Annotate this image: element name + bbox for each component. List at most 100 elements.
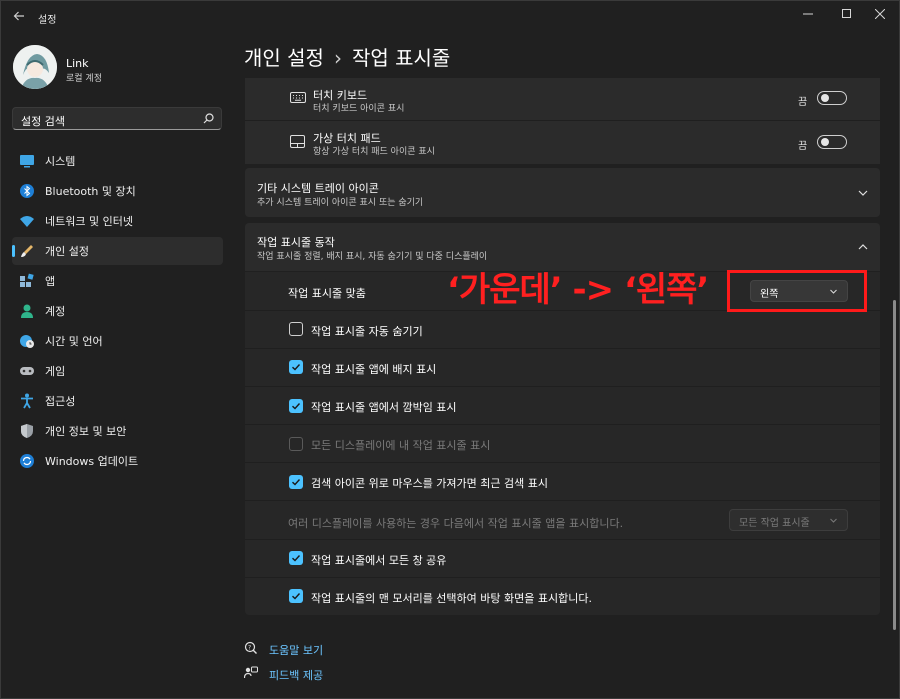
touchpad-toggle[interactable] bbox=[817, 135, 847, 149]
close-icon bbox=[875, 9, 885, 19]
keyboard-icon bbox=[290, 92, 306, 103]
sidebar-item-label: 게임 bbox=[45, 365, 66, 378]
option-row: 검색 아이콘 위로 마우스를 가져가면 최근 검색 표시 bbox=[245, 463, 880, 500]
apps-icon bbox=[19, 273, 35, 289]
avatar-illustration-icon bbox=[13, 45, 57, 89]
breadcrumb-separator: › bbox=[333, 46, 342, 70]
touch-keyboard-toggle[interactable] bbox=[817, 91, 847, 105]
user-name: Link bbox=[66, 57, 89, 70]
chevron-down-icon bbox=[830, 518, 837, 523]
feedback-link[interactable]: 피드백 제공 bbox=[269, 667, 323, 683]
minimize-icon bbox=[803, 13, 813, 15]
alignment-label: 작업 표시줄 맞춤 bbox=[288, 287, 366, 300]
monitor-icon bbox=[19, 153, 35, 169]
back-arrow-icon bbox=[13, 11, 24, 21]
sidebar-item-label: 접근성 bbox=[45, 395, 76, 408]
sidebar-item-bluetooth[interactable]: Bluetooth 및 장치 bbox=[12, 177, 223, 205]
page-title: 개인 설정 › 작업 표시줄 bbox=[244, 42, 450, 71]
touchpad-row: 가상 터치 패드 항상 가상 터치 패드 아이콘 표시 끔 bbox=[245, 121, 880, 164]
gamepad-icon bbox=[19, 363, 35, 379]
scrollbar[interactable] bbox=[893, 300, 896, 630]
touch-keyboard-description: 터치 키보드 아이콘 표시 bbox=[313, 104, 405, 114]
minimize-button[interactable] bbox=[793, 4, 823, 24]
sidebar-item-gaming[interactable]: 게임 bbox=[12, 357, 223, 385]
app-title: 설정 bbox=[38, 15, 57, 26]
badges-checkbox[interactable] bbox=[289, 360, 303, 374]
option-row: 작업 표시줄 앱에 배지 표시 bbox=[245, 349, 880, 386]
checkmark-icon bbox=[292, 364, 301, 371]
clock-globe-icon bbox=[19, 333, 35, 349]
help-icon: ? bbox=[244, 641, 257, 654]
checkmark-icon bbox=[292, 403, 301, 410]
search-input[interactable]: 설정 검색 bbox=[12, 107, 222, 130]
show-desktop-checkbox[interactable] bbox=[289, 589, 303, 603]
sidebar-item-label: 개인 정보 및 보안 bbox=[45, 425, 127, 438]
maximize-button[interactable] bbox=[832, 4, 862, 24]
multi-display-value: 모든 작업 표시줄 bbox=[739, 518, 810, 529]
auto-hide-checkbox[interactable] bbox=[289, 322, 303, 336]
touch-keyboard-row: 터치 키보드 터치 키보드 아이콘 표시 끔 bbox=[245, 78, 880, 120]
sidebar-item-accounts[interactable]: 계정 bbox=[12, 297, 223, 325]
maximize-icon bbox=[842, 9, 851, 18]
avatar[interactable] bbox=[13, 45, 57, 89]
other-tray-icons-card[interactable]: 기타 시스템 트레이 아이콘 추가 시스템 트레이 아이콘 표시 또는 숨기기 bbox=[245, 168, 880, 217]
title-bar: 설정 bbox=[0, 0, 900, 36]
multi-display-dropdown: 모든 작업 표시줄 bbox=[729, 509, 848, 531]
flashing-checkbox[interactable] bbox=[289, 399, 303, 413]
person-icon bbox=[19, 303, 35, 319]
sidebar-item-network[interactable]: 네트워크 및 인터넷 bbox=[12, 207, 223, 235]
share-window-checkbox[interactable] bbox=[289, 551, 303, 565]
search-icon bbox=[203, 113, 214, 124]
sidebar-item-label: 개인 설정 bbox=[45, 245, 89, 258]
recent-search-checkbox[interactable] bbox=[289, 475, 303, 489]
sidebar-item-label: 계정 bbox=[45, 305, 66, 318]
user-account-type: 로컬 계정 bbox=[66, 74, 102, 84]
all-displays-label: 모든 디스플레이에 내 작업 표시줄 표시 bbox=[311, 439, 491, 452]
touchpad-state: 끔 bbox=[798, 141, 808, 152]
sidebar-item-label: Bluetooth 및 장치 bbox=[45, 185, 136, 198]
behaviors-label: 작업 표시줄 동작 bbox=[257, 236, 335, 249]
sidebar-item-system[interactable]: 시스템 bbox=[12, 147, 223, 175]
checkmark-icon bbox=[292, 593, 301, 600]
option-row: 작업 표시줄 자동 숨기기 bbox=[245, 311, 880, 348]
sidebar-item-time-language[interactable]: 시간 및 언어 bbox=[12, 327, 223, 355]
touchpad-description: 항상 가상 터치 패드 아이콘 표시 bbox=[313, 147, 435, 157]
sidebar-item-label: 네트워크 및 인터넷 bbox=[45, 215, 133, 228]
chevron-up-icon[interactable] bbox=[857, 241, 869, 253]
option-row: 작업 표시줄 앱에서 깜박임 표시 bbox=[245, 387, 880, 424]
wifi-icon bbox=[19, 213, 35, 229]
badges-label: 작업 표시줄 앱에 배지 표시 bbox=[311, 363, 437, 376]
search-placeholder: 설정 검색 bbox=[21, 115, 65, 128]
other-tray-label: 기타 시스템 트레이 아이콘 bbox=[257, 182, 379, 195]
update-icon bbox=[19, 453, 35, 469]
behaviors-description: 작업 표시줄 정렬, 배지 표시, 자동 숨기기 및 다중 디스플레이 bbox=[257, 252, 488, 262]
chevron-down-icon[interactable] bbox=[857, 187, 869, 199]
checkmark-icon bbox=[292, 479, 301, 486]
shield-icon bbox=[19, 423, 35, 439]
accessibility-icon bbox=[19, 393, 35, 409]
sidebar-nav: 시스템 Bluetooth 및 장치 네트워크 및 인터넷 개인 설정 앱 계정… bbox=[12, 147, 223, 477]
auto-hide-label: 작업 표시줄 자동 숨기기 bbox=[311, 325, 423, 338]
other-tray-description: 추가 시스템 트레이 아이콘 표시 또는 숨기기 bbox=[257, 198, 424, 208]
svg-text:?: ? bbox=[248, 645, 251, 652]
sidebar-item-accessibility[interactable]: 접근성 bbox=[12, 387, 223, 415]
brush-icon bbox=[19, 243, 35, 259]
close-button[interactable] bbox=[865, 4, 895, 24]
help-link[interactable]: 도움말 보기 bbox=[269, 642, 323, 658]
sidebar-item-apps[interactable]: 앱 bbox=[12, 267, 223, 295]
taskbar-behaviors-body: 작업 표시줄 맞춤 왼쪽 작업 표시줄 자동 숨기기 작업 표시줄 앱에 배지 … bbox=[245, 272, 880, 615]
all-displays-checkbox bbox=[289, 437, 303, 451]
touchpad-icon bbox=[290, 135, 305, 148]
touch-keyboard-state: 끔 bbox=[798, 97, 808, 108]
sidebar-item-personalization[interactable]: 개인 설정 bbox=[12, 237, 223, 265]
sidebar-item-windows-update[interactable]: Windows 업데이트 bbox=[12, 447, 223, 475]
sidebar-item-privacy[interactable]: 개인 정보 및 보안 bbox=[12, 417, 223, 445]
checkmark-icon bbox=[292, 555, 301, 562]
annotation-highlight-box bbox=[727, 270, 867, 312]
back-button[interactable] bbox=[8, 8, 30, 28]
flashing-label: 작업 표시줄 앱에서 깜박임 표시 bbox=[311, 401, 457, 414]
feedback-icon bbox=[244, 666, 258, 679]
multi-display-label: 여러 디스플레이를 사용하는 경우 다음에서 작업 표시줄 앱을 표시합니다. bbox=[288, 517, 624, 530]
multi-display-row: 여러 디스플레이를 사용하는 경우 다음에서 작업 표시줄 앱을 표시합니다. … bbox=[245, 501, 880, 539]
breadcrumb-personalization[interactable]: 개인 설정 bbox=[244, 46, 324, 70]
